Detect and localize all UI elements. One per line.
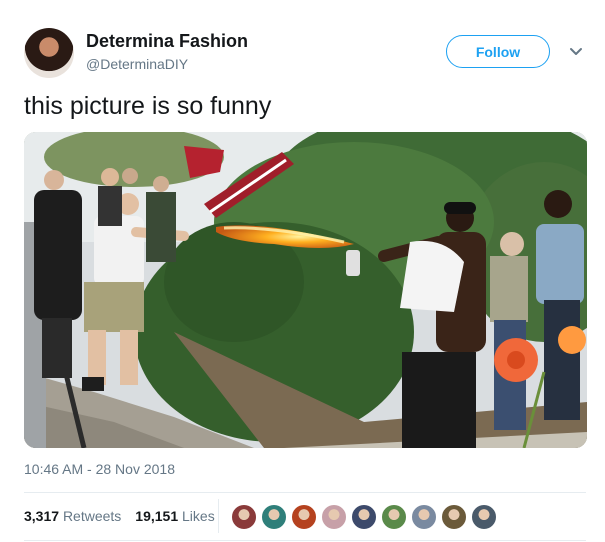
retweets-stat[interactable]: 3,317 Retweets (24, 508, 121, 524)
engagement-stats: 3,317 Retweets 19,151 Likes (24, 508, 215, 524)
author-avatar[interactable] (24, 28, 74, 78)
retweets-count: 3,317 (24, 508, 60, 524)
liker-avatar[interactable] (261, 504, 287, 530)
photo-illustration (24, 132, 587, 448)
chevron-down-icon[interactable] (566, 42, 586, 62)
author-handle[interactable]: @DeterminaDIY (86, 56, 188, 72)
likers-avatars (231, 504, 501, 530)
retweets-label: Retweets (62, 508, 122, 524)
liker-avatar[interactable] (441, 504, 467, 530)
likes-stat[interactable]: 19,151 Likes (135, 508, 214, 524)
stats-separator (218, 499, 219, 533)
liker-avatar[interactable] (231, 504, 257, 530)
follow-button[interactable]: Follow (446, 35, 550, 68)
likes-label: Likes (182, 508, 215, 524)
liker-avatar[interactable] (381, 504, 407, 530)
liker-avatar[interactable] (411, 504, 437, 530)
author-display-name[interactable]: Determina Fashion (86, 31, 248, 52)
tweet-timestamp[interactable]: 10:46 AM - 28 Nov 2018 (24, 461, 175, 477)
liker-avatar[interactable] (291, 504, 317, 530)
liker-avatar[interactable] (351, 504, 377, 530)
likes-count: 19,151 (135, 508, 179, 524)
liker-avatar[interactable] (471, 504, 497, 530)
tweet-photo[interactable] (24, 132, 587, 448)
divider-bottom (24, 540, 586, 541)
tweet-text: this picture is so funny (24, 92, 272, 120)
liker-avatar[interactable] (321, 504, 347, 530)
divider-top (24, 492, 586, 493)
